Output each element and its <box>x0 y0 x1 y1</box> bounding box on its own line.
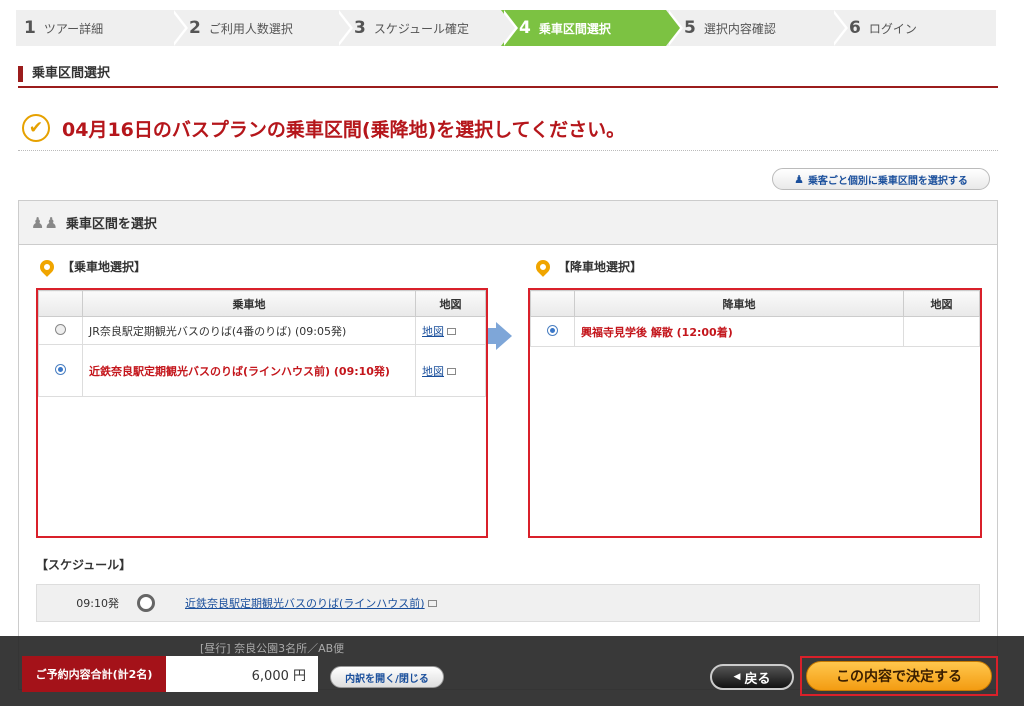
confirm-button[interactable]: この内容で決定する <box>806 661 992 691</box>
new-window-icon <box>427 599 437 607</box>
breakdown-toggle-button[interactable]: 内訳を開く/閉じる <box>330 666 444 688</box>
alighting-label-text: 【降車地選択】 <box>558 260 643 274</box>
step-number: 1 <box>24 18 36 38</box>
location-pin-icon <box>37 256 57 277</box>
alighting-place-header: 降車地 <box>574 290 904 317</box>
button-label: 乗客ごと個別に乗車区間を選択する <box>807 175 968 187</box>
step-4-active: 4 乗車区間選択 <box>501 10 683 46</box>
total-value: 6,000 円 <box>166 656 318 692</box>
panel-title: 乗車区間を選択 <box>65 217 157 232</box>
page: 1 ツアー詳細 2 ご利用人数選択 3 スケジュール確定 4 乗車区間選択 5 選択内容確… <box>0 0 1024 706</box>
boarding-place-selected: 近鉄奈良駅定期観光バスのりば(ラインハウス前) (09:10発) <box>82 344 416 397</box>
boarding-place: JR奈良駅定期観光バスのりば(4番のりば) (09:05発) <box>82 316 416 345</box>
right-arrow-icon <box>496 322 512 350</box>
boarding-radio-kintetsu[interactable] <box>55 363 66 375</box>
radio-cell <box>530 316 575 347</box>
step-label: ログイン <box>868 21 917 36</box>
heading-text: 04月16日のバスプランの乗車区間(乗降地)を選択してください。 <box>62 118 626 141</box>
step-number: 4 <box>519 18 531 38</box>
step-label: 乗車区間選択 <box>538 21 611 36</box>
new-window-icon <box>447 368 456 375</box>
confirm-highlight: この内容で決定する <box>800 656 998 696</box>
divider <box>18 150 998 151</box>
map-link[interactable]: 地図 <box>422 325 444 338</box>
boarding-table: 乗車地 地図 JR奈良駅定期観光バスのりば(4番のりば) (09:05発) 地図… <box>38 290 486 397</box>
radio-cell <box>38 316 83 345</box>
back-button[interactable]: ◀ 戻る <box>710 664 794 690</box>
schedule-time: 09:10発 <box>76 597 119 610</box>
alighting-map-header: 地図 <box>903 290 980 317</box>
step-label: ご利用人数選択 <box>208 21 293 36</box>
boarding-label-text: 【乗車地選択】 <box>62 260 147 274</box>
schedule-label: 【スケジュール】 <box>36 558 132 572</box>
boarding-map-header: 地図 <box>415 290 486 317</box>
radio-column-header <box>530 290 575 317</box>
table-row[interactable]: JR奈良駅定期観光バスのりば(4番のりば) (09:05発) 地図 <box>38 316 486 345</box>
new-window-icon <box>447 328 456 335</box>
back-label: 戻る <box>744 671 771 687</box>
timeline-node-icon <box>137 594 155 612</box>
alighting-place-selected: 興福寺見学後 解散 (12:00着) <box>574 316 904 347</box>
section-title: 乗車区間選択 <box>18 64 998 88</box>
boarding-radio-jr[interactable] <box>55 323 66 335</box>
schedule-row: 09:10発 近鉄奈良駅定期観光バスのりば(ラインハウス前) <box>36 584 980 622</box>
step-2: 2 ご利用人数選択 <box>171 10 353 46</box>
select-individually-button[interactable]: ♟ 乗客ごと個別に乗車区間を選択する <box>772 168 990 190</box>
step-number: 2 <box>189 18 201 38</box>
step-label: スケジュール確定 <box>373 21 470 36</box>
step-progress-bar: 1 ツアー詳細 2 ご利用人数選択 3 スケジュール確定 4 乗車区間選択 5 選択内容確… <box>16 10 996 46</box>
step-label: 選択内容確認 <box>703 21 776 36</box>
step-label: ツアー詳細 <box>43 21 104 36</box>
radio-cell <box>38 344 83 397</box>
total-label: ご予約内容合計(計2名) <box>22 656 166 692</box>
location-pin-icon <box>533 256 553 277</box>
map-cell <box>903 316 980 347</box>
alighting-label: 【降車地選択】 <box>533 256 643 277</box>
alighting-table-box: 降車地 地図 興福寺見学後 解散 (12:00着) <box>528 288 982 538</box>
step-3: 3 スケジュール確定 <box>336 10 518 46</box>
step-number: 5 <box>684 18 696 38</box>
boarding-label: 【乗車地選択】 <box>37 256 147 277</box>
step-number: 6 <box>849 18 861 38</box>
schedule-stop-link[interactable]: 近鉄奈良駅定期観光バスのりば(ラインハウス前) <box>185 595 425 611</box>
step-5: 5 選択内容確認 <box>666 10 848 46</box>
boarding-table-box: 乗車地 地図 JR奈良駅定期観光バスのりば(4番のりば) (09:05発) 地図… <box>36 288 488 538</box>
panel-header: ♟♟ 乗車区間を選択 <box>19 201 997 245</box>
map-cell: 地図 <box>415 316 486 345</box>
person-icon: ♟ <box>794 172 804 186</box>
page-heading: ✔ 04月16日のバスプランの乗車区間(乗降地)を選択してください。 <box>22 112 625 144</box>
checkmark-icon: ✔ <box>22 114 50 142</box>
map-cell: 地図 <box>415 344 486 397</box>
boarding-place-header: 乗車地 <box>82 290 416 317</box>
step-6: 6 ログイン <box>831 10 996 46</box>
step-1: 1 ツアー詳細 <box>16 10 188 46</box>
alighting-radio[interactable] <box>547 324 558 336</box>
back-arrow-icon: ◀ <box>733 672 741 682</box>
alighting-table: 降車地 地図 興福寺見学後 解散 (12:00着) <box>530 290 980 347</box>
table-row[interactable]: 興福寺見学後 解散 (12:00着) <box>530 316 980 347</box>
table-row[interactable]: 近鉄奈良駅定期観光バスのりば(ラインハウス前) (09:10発) 地図 <box>38 344 486 397</box>
people-icon: ♟♟ <box>31 213 58 232</box>
step-number: 3 <box>354 18 366 38</box>
map-link[interactable]: 地図 <box>422 365 444 378</box>
radio-column-header <box>38 290 83 317</box>
schedule-partial-text: [昼行] 奈良公園3名所／AB便 <box>200 642 345 655</box>
